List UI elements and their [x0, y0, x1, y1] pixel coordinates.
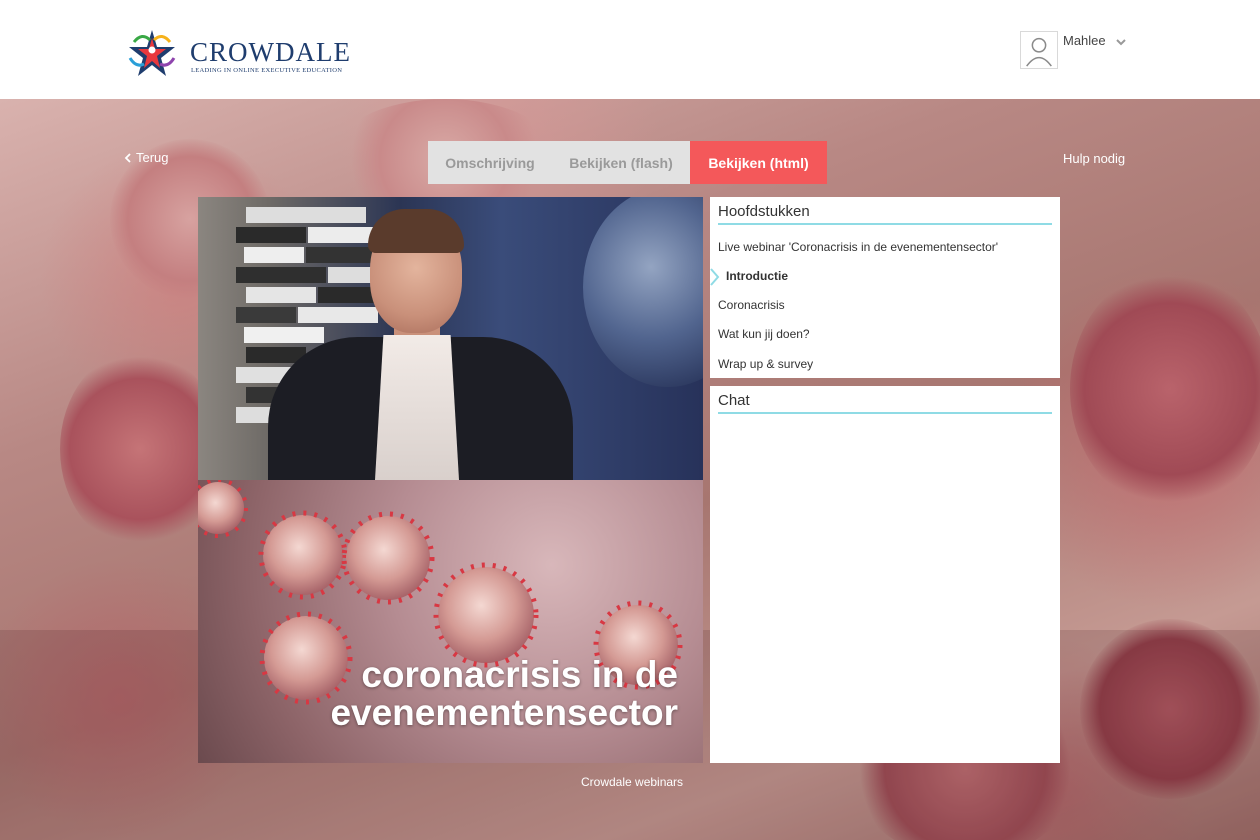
- speaker-video-frame: [198, 197, 703, 480]
- username: Mahlee: [1063, 33, 1106, 48]
- chapter-item[interactable]: Live webinar 'Coronacrisis in de eveneme…: [718, 240, 998, 254]
- chapter-item[interactable]: Wrap up & survey: [718, 357, 813, 371]
- background-globe: [583, 197, 703, 387]
- help-link[interactable]: Hulp nodig: [1063, 151, 1125, 166]
- speaker-shirt: [375, 335, 459, 480]
- background-virus-image: [60, 349, 220, 549]
- background-virus-image: [1070, 269, 1260, 509]
- crowdale-logo[interactable]: CROWDALE Leading in Online Executive Edu…: [124, 28, 350, 80]
- chevron-down-icon[interactable]: [1115, 37, 1127, 47]
- chapters-divider: [718, 223, 1052, 225]
- star-logo-icon: [128, 30, 176, 76]
- virus-particle: [198, 478, 248, 538]
- virus-particle: [433, 562, 539, 668]
- caption-line-1: coronacrisis in de: [361, 654, 678, 695]
- chapters-panel: Hoofdstukken Live webinar 'Coronacrisis …: [710, 197, 1060, 378]
- chevron-left-icon: [124, 152, 131, 163]
- avatar[interactable]: [1020, 31, 1058, 69]
- video-caption: coronacrisis in de evenementensector: [218, 656, 678, 732]
- chapter-item[interactable]: Coronacrisis: [718, 298, 785, 312]
- chapter-item-current[interactable]: Introductie: [726, 269, 788, 283]
- user-icon: [1026, 37, 1052, 67]
- video-player[interactable]: coronacrisis in de evenementensector: [198, 197, 703, 763]
- back-label: Terug: [136, 150, 169, 165]
- tab-omschrijving[interactable]: Omschrijving: [428, 141, 552, 184]
- site-header: CROWDALE Leading in Online Executive Edu…: [0, 0, 1260, 99]
- virus-particle: [341, 511, 435, 605]
- brand-name: CROWDALE: [190, 37, 351, 67]
- chat-panel: Chat: [710, 386, 1060, 763]
- back-link[interactable]: Terug: [124, 150, 169, 165]
- chapter-item[interactable]: Wat kun jij doen?: [718, 327, 810, 341]
- chapters-title: Hoofdstukken: [718, 203, 810, 220]
- speaker-hair: [368, 209, 464, 253]
- chat-divider: [718, 412, 1052, 414]
- user-menu[interactable]: Mahlee: [1020, 31, 1130, 69]
- caption-line-2: evenementensector: [330, 692, 678, 733]
- footer-webinars-link[interactable]: Crowdale webinars: [581, 775, 683, 789]
- virus-particle: [258, 510, 348, 600]
- current-chapter-marker-icon: [710, 268, 720, 286]
- tab-bekijken-html[interactable]: Bekijken (html): [690, 141, 827, 184]
- tab-bar: Omschrijving Bekijken (flash) Bekijken (…: [428, 141, 827, 184]
- tab-bekijken-flash[interactable]: Bekijken (flash): [552, 141, 690, 184]
- brand-tagline: Leading in Online Executive Education: [191, 67, 343, 74]
- chat-title: Chat: [718, 392, 750, 409]
